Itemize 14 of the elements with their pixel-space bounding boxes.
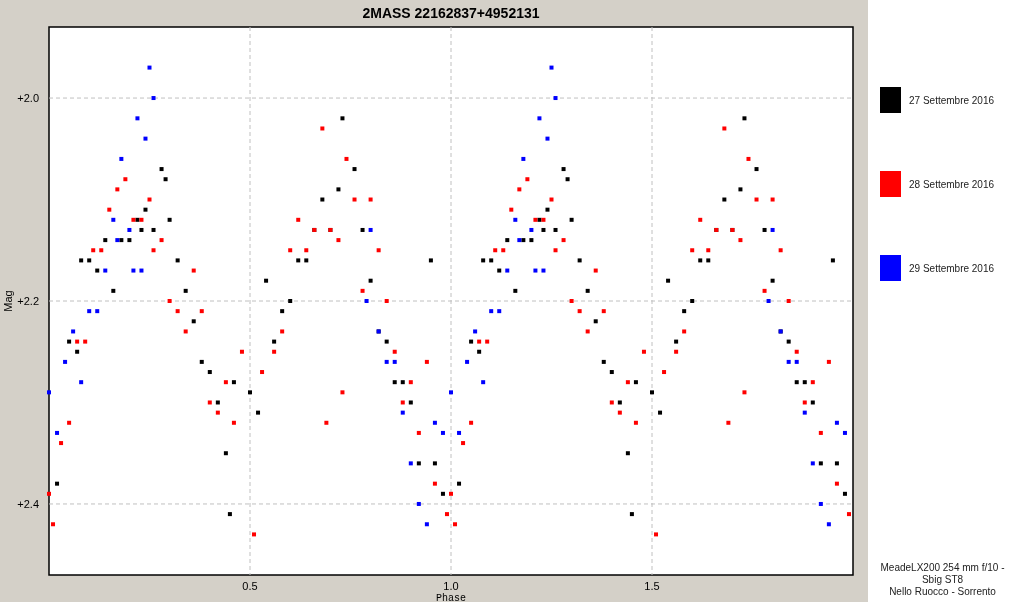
x-axis-label: Phase <box>436 593 466 602</box>
legend-label: 29 Settembre 2016 <box>909 262 995 274</box>
credit-text: Nello Ruocco - Sorrento <box>888 586 997 598</box>
y-tick-label: +2.2 <box>17 295 39 307</box>
x-tick-label: 0.5 <box>242 580 258 592</box>
y-axis-label: Mag <box>2 290 14 312</box>
x-tick-label: 1.0 <box>443 580 459 592</box>
legend-label: 28 Settembre 2016 <box>909 178 995 190</box>
y-tick-label: +2.0 <box>17 92 39 105</box>
x-tick-label: 1.5 <box>644 580 660 592</box>
y-tick-label: +2.4 <box>17 497 39 510</box>
credit-text: MeadeLX200 254 mm f/10 - Sbig ST8 <box>879 562 1006 586</box>
chart-title: 2MASS 22162837+4952131 <box>362 5 540 21</box>
legend-label: 27 Settembre 2016 <box>909 94 995 106</box>
